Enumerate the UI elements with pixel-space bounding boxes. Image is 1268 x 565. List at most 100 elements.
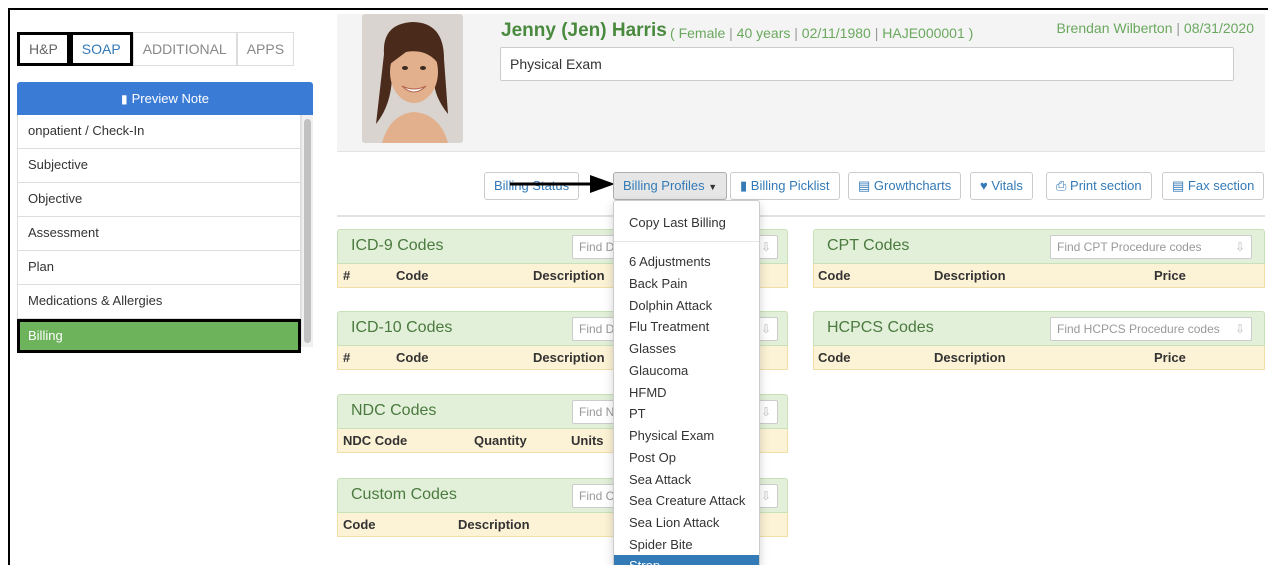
tab-hp[interactable]: H&P: [17, 32, 70, 66]
ndc-col-units: Units: [571, 433, 604, 448]
icd10-title: ICD-10 Codes: [351, 319, 453, 336]
hcpcs-title: HCPCS Codes: [827, 319, 934, 336]
vitals-label: Vitals: [991, 178, 1023, 193]
cpt-panel-header: CPT Codes Find CPT Procedure codes ⇩: [813, 229, 1265, 264]
download-icon: ⇩: [1234, 240, 1245, 254]
menu-item-profile[interactable]: PT: [614, 403, 759, 425]
patient-name[interactable]: Jenny (Jen) Harris: [501, 20, 667, 42]
download-icon: ⇩: [1234, 322, 1245, 336]
note-type-tabs: H&P SOAP ADDITIONAL APPS: [17, 32, 295, 66]
menu-item-profile[interactable]: Post Op: [614, 447, 759, 469]
download-icon: ⇩: [760, 405, 771, 419]
note-title-field[interactable]: [500, 47, 1234, 81]
menu-item-profile[interactable]: Sea Lion Attack: [614, 512, 759, 534]
ndc-title: NDC Codes: [351, 402, 437, 419]
menu-item-profile[interactable]: Glaucoma: [614, 360, 759, 382]
icd9-col-number: #: [343, 268, 351, 283]
arrow-annotation-icon: [510, 175, 615, 193]
hcpcs-col-price: Price: [1154, 350, 1186, 365]
section-divider: [337, 215, 1265, 217]
provider-info: Brendan Wilberton | 08/31/2020: [1056, 20, 1254, 36]
hcpcs-search-input[interactable]: Find HCPCS Procedure codes ⇩: [1050, 317, 1252, 341]
patient-dob: 02/11/1980: [801, 25, 871, 41]
menu-item-profile[interactable]: Physical Exam: [614, 425, 759, 447]
menu-item-profile[interactable]: 6 Adjustments: [614, 251, 759, 273]
preview-note-button[interactable]: ▮ Preview Note: [17, 82, 313, 115]
cpt-col-code: Code: [818, 268, 851, 283]
patient-photo: [362, 14, 463, 143]
preview-note-label: Preview Note: [131, 91, 209, 106]
caret-down-icon: ▼: [708, 182, 718, 192]
fax-section-button[interactable]: ▤ Fax section: [1162, 172, 1265, 200]
bar-chart-icon: ▤: [858, 178, 871, 193]
sidebar-item-check-in[interactable]: onpatient / Check-In: [17, 115, 301, 149]
cpt-title: CPT Codes: [827, 237, 910, 254]
growthcharts-label: Growthcharts: [873, 178, 952, 193]
hcpcs-column-header: Code Description Price: [813, 346, 1265, 370]
billing-profiles-dropdown[interactable]: Billing Profiles ▼: [613, 172, 728, 200]
patient-gender: Female: [678, 25, 726, 41]
sidebar-item-subjective[interactable]: Subjective: [17, 149, 301, 183]
patient-age: 40 years: [736, 25, 791, 41]
menu-item-copy-last-billing[interactable]: Copy Last Billing: [629, 215, 726, 230]
download-icon: ⇩: [760, 240, 771, 254]
ndc-col-code: NDC Code: [343, 433, 408, 448]
sidebar-scrollbar[interactable]: [301, 115, 313, 347]
appointment-date: 08/31/2020: [1183, 20, 1254, 36]
cpt-search-placeholder: Find CPT Procedure codes: [1057, 240, 1202, 254]
icd10-col-code: Code: [396, 350, 429, 365]
file-icon: ▮: [121, 92, 128, 106]
hcpcs-panel-header: HCPCS Codes Find HCPCS Procedure codes ⇩: [813, 311, 1265, 346]
print-section-button[interactable]: ⎙ Print section: [1046, 172, 1152, 200]
icd10-col-description: Description: [533, 350, 605, 365]
fax-section-label: Fax section: [1187, 178, 1255, 193]
custom-col-code: Code: [343, 517, 376, 532]
sidebar-item-billing[interactable]: Billing: [17, 319, 301, 353]
section-list: onpatient / Check-In Subjective Objectiv…: [17, 115, 301, 353]
patient-chart-id: HAJE000001: [882, 25, 965, 41]
cpt-col-description: Description: [934, 268, 1006, 283]
menu-item-profile[interactable]: Flu Treatment: [614, 316, 759, 338]
ndc-col-quantity: Quantity: [474, 433, 527, 448]
menu-item-profile[interactable]: Sea Creature Attack: [614, 490, 759, 512]
tab-soap[interactable]: SOAP: [69, 32, 133, 66]
provider-name: Brendan Wilberton: [1056, 20, 1173, 36]
cpt-col-price: Price: [1154, 268, 1186, 283]
menu-item-profile[interactable]: Spider Bite: [614, 534, 759, 556]
tab-additional[interactable]: ADDITIONAL: [132, 32, 237, 66]
window-border-left: [8, 8, 10, 565]
icd10-col-number: #: [343, 350, 351, 365]
menu-item-profile[interactable]: Dolphin Attack: [614, 295, 759, 317]
heart-icon: ♥: [980, 178, 988, 193]
bookmark-icon: ▮: [740, 178, 748, 193]
billing-profiles-label: Billing Profiles: [623, 178, 705, 193]
menu-item-profile[interactable]: Back Pain: [614, 273, 759, 295]
tab-apps[interactable]: APPS: [236, 32, 295, 66]
menu-divider: [614, 241, 759, 242]
custom-title: Custom Codes: [351, 486, 457, 503]
sidebar-item-plan[interactable]: Plan: [17, 251, 301, 285]
hcpcs-search-placeholder: Find HCPCS Procedure codes: [1057, 322, 1220, 336]
sidebar-item-assessment[interactable]: Assessment: [17, 217, 301, 251]
window-border-top: [8, 8, 1268, 10]
fax-icon: ▤: [1172, 178, 1185, 193]
billing-picklist-button[interactable]: ▮ Billing Picklist: [730, 172, 840, 200]
print-section-label: Print section: [1070, 178, 1142, 193]
cpt-column-header: Code Description Price: [813, 264, 1265, 288]
growthcharts-button[interactable]: ▤ Growthcharts: [848, 172, 962, 200]
billing-profiles-menu: Copy Last Billing 6 Adjustments Back Pai…: [613, 200, 760, 565]
sidebar-item-objective[interactable]: Objective: [17, 183, 301, 217]
cpt-search-input[interactable]: Find CPT Procedure codes ⇩: [1050, 235, 1252, 259]
menu-item-profile[interactable]: Glasses: [614, 338, 759, 360]
custom-col-description: Description: [458, 517, 530, 532]
menu-item-profile-highlighted[interactable]: Strep: [614, 555, 759, 565]
icd9-title: ICD-9 Codes: [351, 237, 444, 254]
hcpcs-col-description: Description: [934, 350, 1006, 365]
patient-demographics: ( Female | 40 years | 02/11/1980 | HAJE0…: [670, 25, 974, 41]
scrollbar-thumb[interactable]: [304, 119, 311, 343]
menu-item-profile[interactable]: HFMD: [614, 382, 759, 404]
menu-item-profile[interactable]: Sea Attack: [614, 469, 759, 491]
vitals-button[interactable]: ♥ Vitals: [970, 172, 1033, 200]
hcpcs-col-code: Code: [818, 350, 851, 365]
sidebar-item-medications[interactable]: Medications & Allergies: [17, 285, 301, 319]
